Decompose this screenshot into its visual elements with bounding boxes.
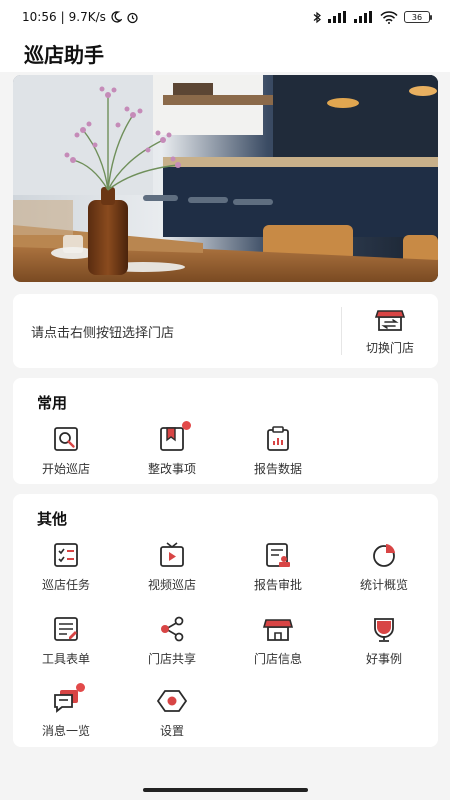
store-info-button[interactable]: 门店信息 (225, 614, 331, 674)
alarm-icon (127, 12, 138, 23)
store-sharing-button[interactable]: 门店共享 (119, 614, 225, 674)
home-indicator[interactable] (143, 788, 308, 792)
good-practice-button[interactable]: 好事例 (331, 614, 437, 674)
common-section: 常用 开始巡店 整改事项 报告数据 (13, 378, 438, 484)
grid-item-label: 报告审批 (253, 578, 302, 592)
status-time: 10:56 (22, 10, 57, 24)
settings-button[interactable]: 设置 (119, 686, 225, 746)
statistics-overview-button[interactable]: 统计概览 (331, 540, 437, 600)
inspection-tasks-button[interactable]: 巡店任务 (13, 540, 119, 600)
rectification-items-button[interactable]: 整改事项 (119, 421, 225, 484)
hero-banner-image (13, 75, 438, 282)
messages-button[interactable]: 消息一览 (13, 683, 119, 746)
video-inspection-button[interactable]: 视频巡店 (119, 540, 225, 600)
grid-item-label: 门店共享 (147, 652, 196, 666)
status-bar: 10:56 | 9.7K/s 36 (0, 0, 450, 34)
status-right: 36 (313, 10, 432, 24)
battery-icon: 36 (404, 11, 432, 23)
grid-item-label: 门店信息 (253, 652, 302, 666)
switch-store-icon (375, 309, 405, 331)
bluetooth-icon (313, 11, 321, 23)
pie-chart-icon (368, 540, 400, 570)
tool-forms-button[interactable]: 工具表单 (13, 614, 119, 674)
wifi-icon (380, 10, 398, 24)
settings-icon (156, 686, 188, 716)
switch-store-label: 切换门店 (365, 340, 414, 355)
message-icon (50, 683, 85, 716)
bookmark-doc-icon (156, 421, 191, 454)
battery-level: 36 (411, 12, 423, 22)
grid-item-label: 整改事项 (147, 462, 196, 476)
grid-item-label: 好事例 (365, 652, 402, 666)
grid-item-label: 巡店任务 (41, 578, 90, 592)
title-bar: 巡店助手 (0, 34, 450, 72)
page-title: 巡店助手 (24, 42, 104, 67)
search-doc-icon (50, 424, 82, 454)
grid-item-label: 工具表单 (41, 652, 90, 666)
status-net-speed: 9.7K/s (68, 10, 106, 24)
status-left: 10:56 | 9.7K/s (22, 10, 139, 24)
bar-report-icon (262, 424, 294, 454)
share-icon (156, 614, 188, 644)
others-section: 其他 巡店任务 视频巡店 报告审批 统计概览 工具表单 门店共享 门店信息 好事… (13, 494, 438, 747)
grid-item-label: 开始巡店 (41, 462, 90, 476)
start-inspection-button[interactable]: 开始巡店 (13, 424, 119, 484)
notification-dot (76, 683, 85, 692)
moon-icon (111, 11, 122, 23)
video-icon (156, 540, 188, 570)
signal-icon-2 (354, 11, 372, 23)
store-selector-card: 请点击右侧按钮选择门店 切换门店 (13, 294, 438, 368)
common-section-title: 常用 (37, 394, 68, 412)
grid-item-label: 视频巡店 (147, 578, 196, 592)
report-approval-button[interactable]: 报告审批 (225, 540, 331, 600)
report-data-button[interactable]: 报告数据 (225, 424, 331, 484)
grid-item-label: 设置 (159, 724, 184, 738)
approval-icon (262, 540, 294, 570)
cafe-illustration (13, 75, 438, 282)
form-icon (50, 614, 82, 644)
grid-item-label: 消息一览 (41, 724, 90, 738)
grid-item-label: 报告数据 (253, 462, 302, 476)
notification-dot (182, 421, 191, 430)
trophy-icon (368, 614, 400, 644)
store-prompt-text: 请点击右侧按钮选择门店 (31, 325, 175, 341)
store-icon (262, 614, 294, 644)
switch-store-button[interactable]: 切换门店 (342, 294, 438, 368)
signal-icon (328, 11, 346, 23)
others-section-title: 其他 (37, 510, 68, 528)
grid-item-label: 统计概览 (359, 578, 408, 592)
status-separator: | (60, 10, 65, 24)
checklist-icon (50, 540, 82, 570)
